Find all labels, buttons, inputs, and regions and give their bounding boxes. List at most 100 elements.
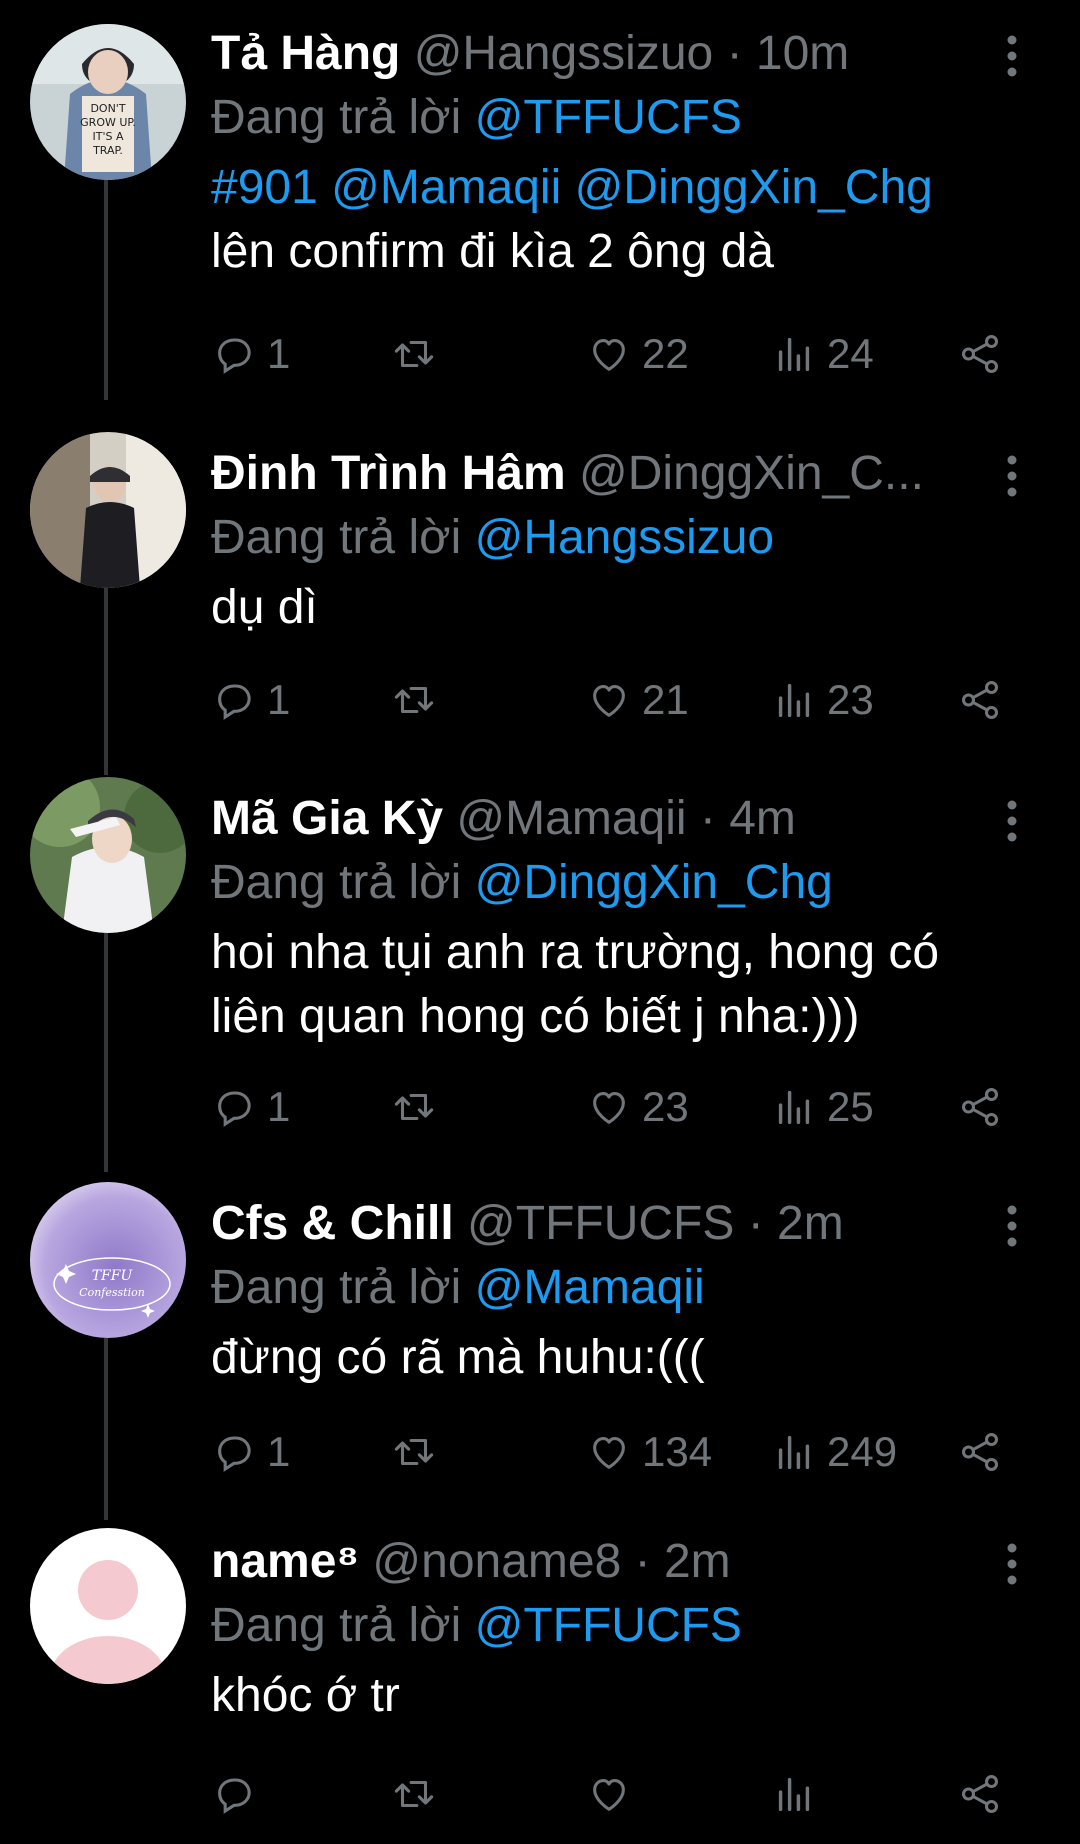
svg-text:DON'T: DON'T [90, 102, 125, 115]
share-icon [961, 1088, 999, 1126]
tweet[interactable]: Mã Gia Kỳ @Mamaqii · 4m Đang trả lời @Di… [0, 765, 1080, 1160]
views-button[interactable]: 23 [771, 670, 874, 730]
reply-count: 1 [267, 330, 291, 377]
view-count: 25 [827, 1083, 874, 1130]
more-icon[interactable] [1000, 797, 1024, 845]
retweet-button[interactable] [391, 670, 437, 730]
share-button[interactable] [957, 324, 1003, 384]
share-icon [961, 1775, 999, 1813]
tweet-mentions[interactable]: #901 @Mamaqii @DinggXin_Chg [211, 156, 1011, 220]
reply-button[interactable]: 1 [211, 670, 290, 730]
replying-to-label: Đang trả lời [211, 91, 462, 144]
svg-text:GROW UP.: GROW UP. [80, 116, 136, 129]
retweet-button[interactable] [391, 1077, 437, 1137]
reply-count: 1 [267, 1428, 291, 1475]
views-button[interactable] [771, 1764, 827, 1824]
user-handle[interactable]: @TFFUCFS [467, 1197, 734, 1250]
avatar[interactable]: DON'T GROW UP. IT'S A TRAP. [30, 24, 186, 180]
tweet-header: Cfs & Chill @TFFUCFS · 2m [211, 1192, 981, 1256]
thread-connector [104, 1160, 108, 1172]
timestamp[interactable]: 2m [664, 1535, 731, 1588]
like-button[interactable] [586, 1764, 642, 1824]
action-bar: 1 134 249 [211, 1422, 1011, 1482]
thread-connector [104, 345, 108, 400]
reply-mention[interactable]: @TFFUCFS [475, 91, 742, 144]
like-button[interactable]: 22 [586, 324, 689, 384]
svg-text:TRAP.: TRAP. [92, 144, 123, 157]
more-icon[interactable] [1000, 452, 1024, 500]
separator-dot: · [726, 27, 743, 80]
reply-icon [218, 1778, 251, 1814]
tweet-header: Mã Gia Kỳ @Mamaqii · 4m [211, 787, 981, 851]
like-button[interactable]: 21 [586, 670, 689, 730]
display-name[interactable]: name⁸ [211, 1535, 359, 1588]
reply-mention[interactable]: @Hangssizuo [475, 511, 775, 564]
reply-button[interactable] [211, 1764, 267, 1824]
display-name[interactable]: Cfs & Chill [211, 1197, 454, 1250]
thread-connector [104, 933, 108, 1160]
avatar[interactable] [30, 777, 186, 933]
view-count: 23 [827, 676, 874, 723]
like-icon [593, 1779, 625, 1811]
share-button[interactable] [957, 1764, 1003, 1824]
action-bar: 1 22 24 [211, 324, 1011, 384]
separator-dot: · [747, 1197, 764, 1250]
retweet-button[interactable] [391, 324, 437, 384]
timestamp[interactable]: 10m [756, 27, 849, 80]
like-button[interactable]: 23 [586, 1077, 689, 1137]
reply-mention[interactable]: @TFFUCFS [475, 1599, 742, 1652]
replying-to-label: Đang trả lời [211, 856, 462, 909]
user-handle[interactable]: @Mamaqii [456, 792, 686, 845]
reply-mention[interactable]: @DinggXin_Chg [475, 856, 833, 909]
tweet-body: lên confirm đi kìa 2 ông dà [211, 225, 774, 278]
like-count: 21 [642, 676, 689, 723]
avatar[interactable] [30, 1528, 186, 1684]
display-name[interactable]: Đinh Trình Hâm [211, 447, 566, 500]
more-icon[interactable] [1000, 1202, 1024, 1250]
replying-to: Đang trả lời @Hangssizuo [211, 506, 1011, 570]
avatar[interactable]: TFFU Confesstion [30, 1182, 186, 1338]
reply-count: 1 [267, 676, 291, 723]
display-name[interactable]: Tả Hàng [211, 27, 400, 80]
action-bar [211, 1764, 1011, 1824]
action-bar: 1 23 25 [211, 1077, 1011, 1137]
tweet[interactable]: TFFU Confesstion Cfs & Chill @TFFUCFS · … [0, 1160, 1080, 1520]
user-handle[interactable]: @DinggXin_C... [579, 447, 924, 500]
views-icon [778, 1435, 810, 1470]
like-button[interactable]: 134 [586, 1422, 712, 1482]
like-count: 134 [642, 1428, 713, 1475]
reply-button[interactable]: 1 [211, 1077, 290, 1137]
svg-text:TFFU: TFFU [92, 1268, 134, 1284]
tweet[interactable]: DON'T GROW UP. IT'S A TRAP. Tả Hàng @Han… [0, 0, 1080, 377]
thread-connector [104, 180, 108, 345]
separator-dot: · [699, 792, 716, 845]
views-icon [778, 337, 810, 372]
like-icon [593, 685, 625, 717]
share-button[interactable] [957, 670, 1003, 730]
views-icon [778, 1090, 810, 1125]
retweet-button[interactable] [391, 1422, 437, 1482]
tweet[interactable]: name⁸ @noname8 · 2m Đang trả lời @TFFUCF… [0, 1520, 1080, 1844]
retweet-button[interactable] [391, 1764, 437, 1824]
views-button[interactable]: 24 [771, 324, 874, 384]
views-button[interactable]: 25 [771, 1077, 874, 1137]
more-icon[interactable] [1000, 1540, 1024, 1588]
replying-to: Đang trả lời @TFFUCFS [211, 1594, 1011, 1658]
reply-button[interactable]: 1 [211, 1422, 290, 1482]
timestamp[interactable]: 4m [729, 792, 796, 845]
reply-mention[interactable]: @Mamaqii [475, 1261, 705, 1314]
share-button[interactable] [957, 1422, 1003, 1482]
views-button[interactable]: 249 [771, 1422, 897, 1482]
like-icon [593, 1092, 625, 1124]
more-icon[interactable] [1000, 32, 1024, 80]
avatar[interactable] [30, 432, 186, 588]
tweet-body: khóc ớ tr [211, 1669, 400, 1722]
timestamp[interactable]: 2m [777, 1197, 844, 1250]
display-name[interactable]: Mã Gia Kỳ [211, 792, 443, 845]
replying-to: Đang trả lời @DinggXin_Chg [211, 851, 1011, 915]
share-button[interactable] [957, 1077, 1003, 1137]
user-handle[interactable]: @Hangssizuo [414, 27, 714, 80]
user-handle[interactable]: @noname8 [372, 1535, 621, 1588]
reply-button[interactable]: 1 [211, 324, 290, 384]
tweet[interactable]: Đinh Trình Hâm @DinggXin_C... Đang trả l… [0, 345, 1080, 765]
